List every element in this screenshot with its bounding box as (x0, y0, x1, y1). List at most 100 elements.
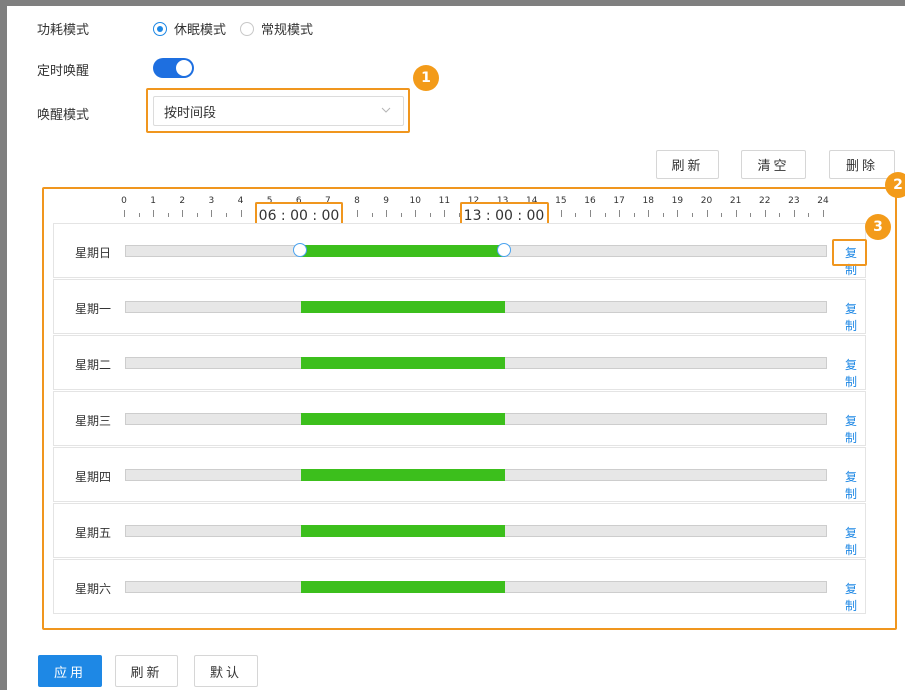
annotation-badge-1: 1 (413, 65, 439, 91)
apply-button[interactable]: 应用 (38, 655, 102, 687)
schedule-timeline-track[interactable] (125, 245, 827, 257)
window-top-border (0, 0, 905, 6)
wakeup-mode-select[interactable]: 按时间段 (153, 96, 404, 126)
hour-label: 23 (788, 196, 800, 206)
refresh-button[interactable]: 刷新 (656, 150, 719, 179)
timeline-tick (429, 213, 431, 217)
wakeup-mode-label: 唤醒模式 (37, 108, 90, 123)
day-label: 星期日 (75, 246, 112, 260)
timeline-tick (211, 210, 213, 217)
copy-schedule-link[interactable]: 复制 (845, 524, 865, 558)
toggle-knob (176, 60, 192, 76)
radio-sleep-mode-label: 休眠模式 (174, 23, 227, 38)
default-button[interactable]: 默认 (194, 655, 258, 687)
hour-label: 2 (179, 196, 186, 206)
timeline-tick (735, 210, 737, 217)
chevron-down-icon (381, 107, 391, 113)
timeline-tick (575, 213, 577, 217)
schedule-timeline-track[interactable] (125, 357, 827, 369)
timeline-tick (400, 213, 402, 217)
range-start-handle[interactable] (292, 243, 307, 257)
day-label: 星期一 (75, 302, 112, 316)
hour-label: 10 (409, 196, 421, 206)
schedule-day-row: 星期三 复制 (53, 391, 866, 446)
hour-label: 18 (642, 196, 654, 206)
delete-button[interactable]: 删除 (829, 150, 895, 179)
timeline-tick (182, 210, 184, 217)
timeline-tick (371, 213, 373, 217)
timeline-tick (153, 210, 155, 217)
hour-label: 3 (208, 196, 215, 206)
copy-schedule-link[interactable]: 复制 (845, 244, 865, 278)
hour-label: 22 (759, 196, 771, 206)
timeline-tick (648, 210, 650, 217)
day-label: 星期三 (75, 414, 112, 428)
day-label: 星期五 (75, 526, 112, 540)
timeline-tick (706, 210, 708, 217)
hour-label: 21 (729, 196, 742, 206)
timed-wakeup-toggle[interactable] (153, 58, 194, 78)
radio-sleep-mode[interactable]: 休眠模式 (153, 19, 226, 38)
active-time-range-bar[interactable] (300, 245, 506, 257)
copy-schedule-link[interactable]: 复制 (845, 412, 865, 446)
annotation-badge-3: 3 (865, 214, 891, 240)
schedule-timeline-track[interactable] (125, 413, 827, 425)
power-mode-radio-group: 休眠模式 常规模式 (153, 19, 327, 38)
annotation-badge-2: 2 (885, 172, 905, 198)
copy-schedule-link[interactable]: 复制 (845, 468, 865, 502)
footer-refresh-button[interactable]: 刷新 (115, 655, 178, 687)
timeline-tick (779, 213, 781, 217)
schedule-timeline-track[interactable] (125, 301, 827, 313)
hour-label: 24 (817, 196, 829, 206)
timeline-tick (560, 210, 562, 217)
timeline-tick (691, 213, 693, 217)
hour-label: 17 (613, 196, 625, 206)
timeline-tick (225, 213, 227, 217)
radio-normal-mode-label: 常规模式 (261, 23, 314, 38)
copy-schedule-link[interactable]: 复制 (845, 300, 865, 334)
timeline-tick (415, 210, 417, 217)
schedule-timeline-track[interactable] (125, 581, 827, 593)
hour-label: 16 (584, 196, 596, 206)
timeline-tick (167, 213, 169, 217)
hour-label: 1 (150, 196, 156, 206)
timeline-tick (677, 210, 679, 217)
active-time-range-bar[interactable] (300, 525, 506, 537)
wakeup-mode-value: 按时间段 (164, 105, 217, 121)
schedule-day-row: 星期日 复制 (53, 223, 866, 278)
timeline-tick (750, 213, 752, 217)
active-time-range-bar[interactable] (300, 357, 506, 369)
schedule-day-row: 星期四 复制 (53, 447, 866, 502)
schedule-timeline-track[interactable] (125, 469, 827, 481)
copy-schedule-link[interactable]: 复制 (845, 580, 865, 614)
active-time-range-bar[interactable] (300, 581, 506, 593)
copy-schedule-link[interactable]: 复制 (845, 356, 865, 390)
hour-label: 19 (671, 196, 684, 206)
hour-label: 9 (383, 196, 389, 206)
hour-label: 4 (237, 196, 244, 206)
schedule-day-row: 星期五 复制 (53, 503, 866, 558)
schedule-timeline-track[interactable] (125, 525, 827, 537)
active-time-range-bar[interactable] (300, 469, 506, 481)
hour-label: 20 (700, 196, 713, 206)
day-label: 星期二 (75, 358, 112, 372)
hour-label: 11 (438, 196, 451, 206)
radio-unchecked-icon (240, 21, 255, 36)
window-left-border (0, 0, 7, 690)
timeline-tick (764, 210, 766, 217)
timeline-tick (633, 213, 635, 217)
radio-normal-mode[interactable]: 常规模式 (240, 19, 313, 38)
timeline-tick (386, 210, 388, 217)
clear-button[interactable]: 清空 (741, 150, 806, 179)
schedule-day-row: 星期一 复制 (53, 279, 866, 334)
timeline-tick (590, 210, 591, 217)
active-time-range-bar[interactable] (300, 301, 506, 313)
hour-label: 0 (121, 196, 127, 206)
power-mode-label: 功耗模式 (37, 23, 90, 38)
schedule-day-row: 星期六 复制 (53, 559, 866, 614)
active-time-range-bar[interactable] (300, 413, 506, 425)
day-label: 星期六 (75, 582, 112, 596)
timeline-tick (240, 210, 242, 217)
timeline-tick (124, 210, 125, 217)
timeline-tick (721, 213, 723, 217)
